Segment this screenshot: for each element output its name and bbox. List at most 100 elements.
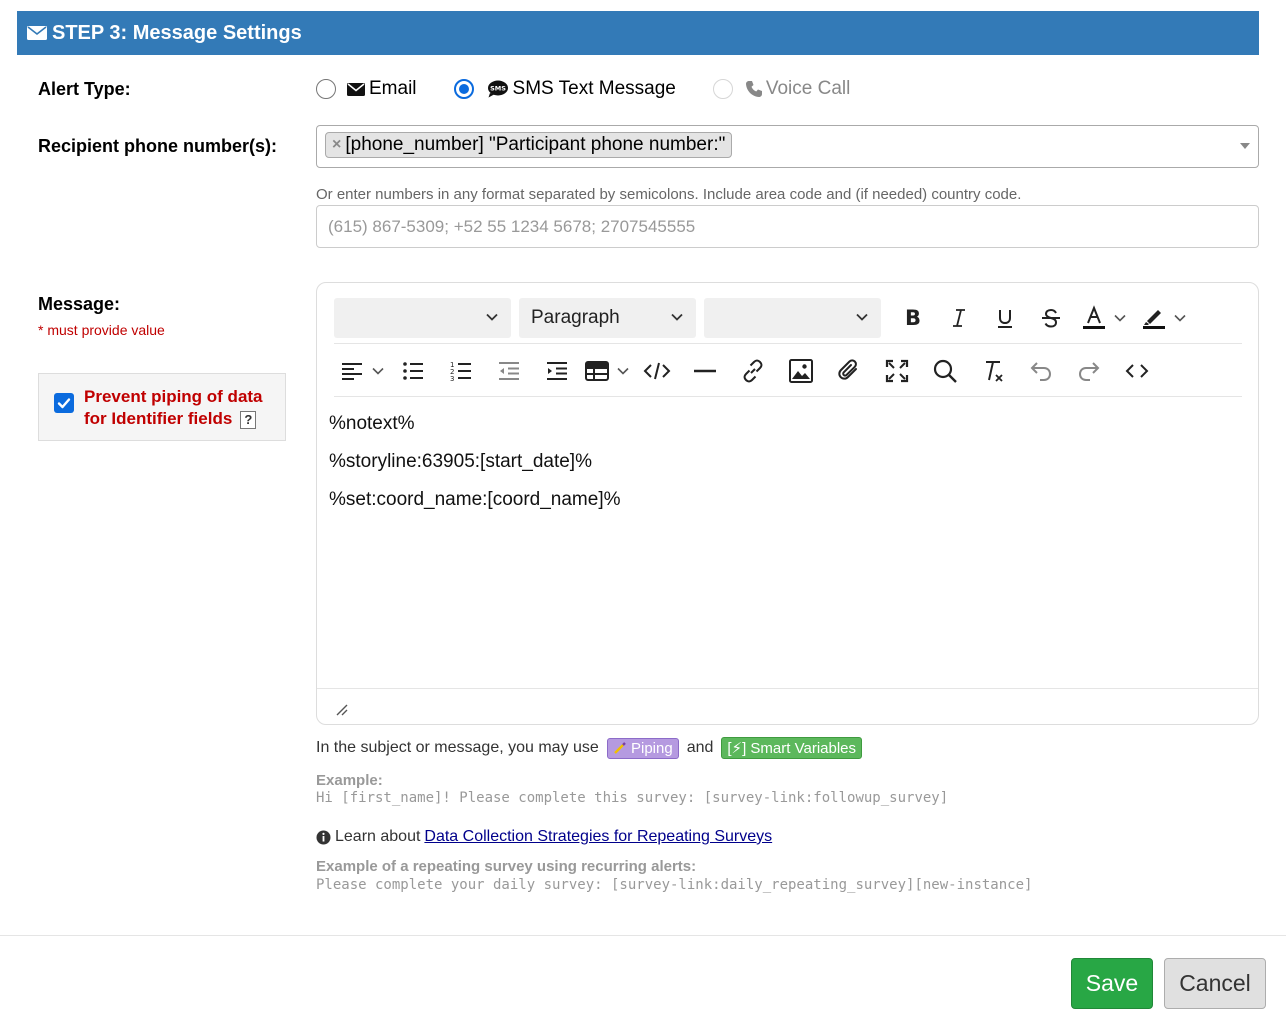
cancel-button[interactable]: Cancel [1164,958,1266,1009]
outdent-icon [499,362,519,380]
horizontal-rule-icon [694,369,716,373]
outdent-button[interactable] [485,351,533,391]
svg-text:SMS: SMS [490,85,506,93]
bullet-list-button[interactable] [389,351,437,391]
email-radio[interactable] [316,79,336,99]
prevent-piping-label: Prevent piping of data for Identifier fi… [84,386,263,430]
chip-remove-icon[interactable]: × [332,136,341,154]
example-title: Example: [316,772,383,789]
recipient-chip-label: [phone_number] "Participant phone number… [345,134,726,155]
source-code-icon [1125,364,1149,378]
envelope-icon [27,26,47,40]
chevron-down-icon [1174,314,1186,322]
fullscreen-button[interactable] [873,351,921,391]
sms-bubble-icon: SMS [487,80,509,98]
text-color-dropdown[interactable] [1109,298,1131,338]
phone-numbers-input[interactable] [316,205,1259,248]
text-color-button[interactable] [1079,298,1109,338]
editor-line: %notext% [329,413,415,434]
editor-content[interactable]: %notext% %storyline:63905:[start_date]% … [329,413,621,527]
horizontal-rule-button[interactable] [681,351,729,391]
underline-icon [998,310,1012,328]
learn-about-prefix: Learn about [335,828,421,845]
font-size-select[interactable] [704,298,881,338]
chevron-down-icon [856,313,868,321]
toolbar-divider [334,396,1242,397]
recipient-chip: × [phone_number] "Participant phone numb… [325,132,733,158]
prevent-piping-line1: Prevent piping of data [84,387,263,406]
bold-button[interactable]: B [893,298,933,338]
section-header: STEP 3: Message Settings [17,11,1259,55]
highlight-color-dropdown[interactable] [1169,298,1191,338]
italic-icon [953,309,965,327]
align-dropdown[interactable] [367,351,389,391]
message-label: Message: [38,294,121,314]
sms-radio[interactable] [453,79,474,99]
chevron-down-icon [617,367,629,375]
editor-toolbar-row2: 123 [337,351,1161,391]
block-format-value: Paragraph [531,307,620,328]
example2-title: Example of a repeating survey using recu… [316,858,697,875]
search-replace-button[interactable] [921,351,969,391]
text-color-icon [1083,305,1105,329]
link-icon [743,359,763,383]
underline-button[interactable] [985,298,1025,338]
voice-option-label: Voice Call [765,78,851,99]
undo-icon [1030,362,1052,381]
indent-button[interactable] [533,351,581,391]
prevent-piping-line2: for Identifier fields [84,409,233,428]
editor-line: %storyline:63905:[start_date]% [329,451,592,472]
voice-radio[interactable] [712,79,733,99]
align-button[interactable] [337,351,367,391]
strikethrough-button[interactable] [1031,298,1071,338]
alert-type-options: Email SMS SMS Text Message Voice Call [316,76,850,102]
toolbar-divider [334,343,1242,344]
repeating-surveys-link[interactable]: Data Collection Strategies for Repeating… [424,828,772,846]
email-option-label: Email [369,78,417,99]
search-icon [933,359,957,383]
svg-text:3: 3 [450,375,454,383]
highlight-color-button[interactable] [1139,298,1169,338]
example2-body: Please complete your daily survey: [surv… [316,877,1033,893]
piping-button-label: Piping [630,739,673,757]
alert-type-sms-option[interactable]: SMS SMS Text Message [453,78,676,100]
link-button[interactable] [729,351,777,391]
recipient-select[interactable]: × [phone_number] "Participant phone numb… [316,125,1259,168]
attach-button[interactable] [825,351,873,391]
redo-button[interactable] [1065,351,1113,391]
prevent-piping-box: Prevent piping of data for Identifier fi… [38,373,286,441]
chevron-down-icon[interactable] [1240,143,1250,149]
image-button[interactable] [777,351,825,391]
alert-type-email-option[interactable]: Email [316,78,417,100]
code-sample-button[interactable] [633,351,681,391]
italic-button[interactable] [939,298,979,338]
piping-help-and: and [686,739,714,756]
info-icon [316,830,331,844]
table-button[interactable] [581,351,613,391]
table-dropdown[interactable] [613,351,633,391]
undo-button[interactable] [1017,351,1065,391]
phone-hint: Or enter numbers in any format separated… [316,186,1022,203]
example-body: Hi [first_name]! Please complete this su… [316,790,949,806]
font-family-select[interactable] [334,298,511,338]
clear-formatting-button[interactable] [969,351,1017,391]
alert-type-label: Alert Type: [38,79,131,99]
checkmark-icon [57,398,71,409]
bullet-list-icon [403,362,423,380]
source-code-button[interactable] [1113,351,1161,391]
required-note: * must provide value [38,322,165,338]
redo-icon [1078,362,1100,381]
section-title: STEP 3: Message Settings [52,21,302,44]
learn-about-line: Learn about Data Collection Strategies f… [316,828,772,846]
prevent-piping-checkbox[interactable] [54,393,74,413]
help-icon[interactable]: ? [240,410,257,429]
resize-handle-icon[interactable] [335,703,349,717]
align-left-icon [342,363,362,380]
numbered-list-button[interactable]: 123 [437,351,485,391]
piping-button[interactable]: Piping [606,737,679,759]
smart-variables-button[interactable]: [⚡] Smart Variables [721,737,863,759]
block-format-select[interactable]: Paragraph [519,298,696,338]
alert-type-voice-option[interactable]: Voice Call [712,78,851,100]
save-button[interactable]: Save [1071,958,1153,1009]
editor-line: %set:coord_name:[coord_name]% [329,489,621,510]
